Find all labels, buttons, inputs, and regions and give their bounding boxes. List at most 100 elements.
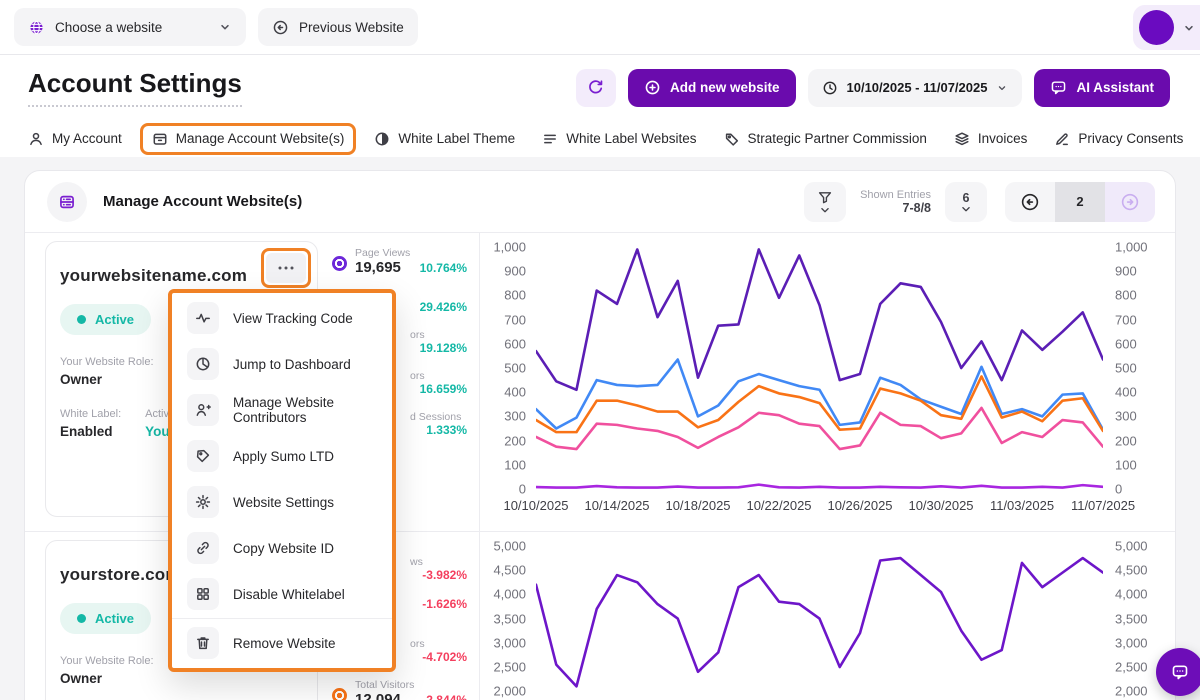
x-tick-label: 11/07/2025 bbox=[1071, 498, 1135, 513]
refresh-button[interactable] bbox=[576, 69, 616, 107]
menu-item-label: Website Settings bbox=[233, 495, 334, 510]
y-tick-label: 4,000 bbox=[1115, 587, 1148, 602]
menu-item-label: Remove Website bbox=[233, 636, 336, 651]
series-line-violet-low bbox=[536, 485, 1103, 488]
menu-item-label: Jump to Dashboard bbox=[233, 357, 351, 372]
y-tick-label: 2,000 bbox=[1115, 684, 1148, 699]
tab-strategic-partner-commission[interactable]: Strategic Partner Commission bbox=[724, 131, 927, 147]
page-size-select[interactable]: 6 bbox=[945, 182, 987, 222]
tab-white-label-theme[interactable]: White Label Theme bbox=[374, 131, 515, 147]
filter-button[interactable] bbox=[804, 182, 846, 222]
chat-fab-button[interactable] bbox=[1156, 648, 1200, 696]
menu-item-website-settings[interactable]: Website Settings bbox=[172, 479, 392, 525]
chevron-down-icon bbox=[961, 206, 971, 213]
menu-item-label: Copy Website ID bbox=[233, 541, 334, 556]
menu-item-remove-website[interactable]: Remove Website bbox=[172, 620, 392, 666]
menu-item-apply-sumo-ltd[interactable]: Apply Sumo LTD bbox=[172, 433, 392, 479]
y-tick-label: 1,000 bbox=[1115, 240, 1148, 255]
y-tick-label: 200 bbox=[504, 433, 526, 448]
y-tick-label: 4,500 bbox=[1115, 563, 1148, 578]
account-tabs: My Account Manage Account Website(s) White… bbox=[0, 120, 1200, 157]
status-dot-icon bbox=[77, 614, 86, 623]
stat-page-views: Page Views19,69510.764% bbox=[332, 243, 467, 284]
y-axis-right: 1,0009008007006005004003002001000 bbox=[1103, 247, 1159, 489]
menu-item-view-tracking-code[interactable]: View Tracking Code bbox=[172, 295, 392, 341]
menu-item-copy-website-id[interactable]: Copy Website ID bbox=[172, 525, 392, 571]
y-tick-label: 400 bbox=[504, 385, 526, 400]
status-badge: Active bbox=[60, 304, 151, 335]
tab-label: White Label Theme bbox=[398, 131, 515, 146]
role-value: Owner bbox=[60, 671, 303, 686]
archive-icon bbox=[152, 131, 168, 147]
stat-change: 1.333% bbox=[426, 423, 467, 437]
menu-item-label: View Tracking Code bbox=[233, 311, 353, 326]
arrow-left-circle-icon bbox=[1020, 192, 1040, 212]
col2-label: Activ bbox=[145, 408, 170, 420]
y-tick-label: 0 bbox=[519, 482, 526, 497]
stat-label: Total Visitors bbox=[355, 675, 467, 691]
website-traffic-chart: 1,0009008007006005004003002001000 1,00090… bbox=[480, 233, 1175, 531]
y-tick-label: 1,000 bbox=[493, 240, 526, 255]
y-tick-label: 400 bbox=[1115, 385, 1137, 400]
activity-icon bbox=[187, 302, 219, 334]
stat-label: Page Views bbox=[355, 243, 467, 259]
status-dot-icon bbox=[77, 315, 86, 324]
white-label-value: Enabled bbox=[60, 424, 121, 439]
menu-item-manage-website-contributors[interactable]: Manage Website Contributors bbox=[172, 387, 392, 433]
card-header-controls: Shown Entries 7-8/8 6 2 bbox=[804, 182, 1155, 222]
tab-invoices[interactable]: Invoices bbox=[954, 131, 1028, 147]
funnel-icon bbox=[817, 190, 833, 206]
chevron-down-icon bbox=[820, 207, 830, 214]
tab-privacy-consents[interactable]: Privacy Consents bbox=[1054, 131, 1183, 147]
x-tick-label: 10/18/2025 bbox=[665, 498, 730, 513]
tab-white-label-websites[interactable]: White Label Websites bbox=[542, 131, 696, 147]
menu-item-jump-to-dashboard[interactable]: Jump to Dashboard bbox=[172, 341, 392, 387]
page-header: Account Settings Add new website 10/10/2… bbox=[0, 55, 1200, 120]
stat-change: 10.764% bbox=[420, 261, 467, 275]
series-line-purple bbox=[536, 558, 1103, 686]
ellipsis-icon bbox=[277, 265, 295, 271]
date-range-picker[interactable]: 10/10/2025 - 11/07/2025 bbox=[808, 69, 1023, 107]
highlight-box bbox=[261, 248, 311, 288]
y-tick-label: 600 bbox=[504, 336, 526, 351]
lines-icon bbox=[542, 131, 558, 147]
user-menu[interactable] bbox=[1133, 5, 1200, 50]
col2-value[interactable]: You bbox=[145, 424, 170, 439]
tab-label: Strategic Partner Commission bbox=[748, 131, 927, 146]
y-tick-label: 600 bbox=[1115, 336, 1137, 351]
menu-divider bbox=[172, 618, 392, 619]
add-new-website-button[interactable]: Add new website bbox=[628, 69, 796, 107]
tab-label: Privacy Consents bbox=[1078, 131, 1183, 146]
pagination: 2 bbox=[1005, 182, 1155, 222]
tab-my-account[interactable]: My Account bbox=[28, 131, 122, 147]
chevron-down-icon bbox=[218, 20, 232, 34]
tab-label: White Label Websites bbox=[566, 131, 696, 146]
white-label-label: White Label: bbox=[60, 408, 121, 420]
menu-item-disable-whitelabel[interactable]: Disable Whitelabel bbox=[172, 571, 392, 617]
user-icon bbox=[28, 131, 44, 147]
x-tick-label: 10/14/2025 bbox=[584, 498, 649, 513]
header-actions: Add new website 10/10/2025 - 11/07/2025 … bbox=[576, 69, 1172, 107]
page-size-value: 6 bbox=[963, 191, 970, 205]
next-page-button[interactable] bbox=[1105, 182, 1155, 222]
chat-bubble-icon bbox=[1170, 662, 1190, 682]
chevron-down-icon bbox=[996, 82, 1008, 94]
chevron-down-icon bbox=[1182, 21, 1196, 35]
plot bbox=[536, 247, 1103, 489]
website-traffic-chart: 5,0004,5004,0003,5003,0002,5002,0001,500… bbox=[480, 532, 1175, 700]
ai-assistant-button[interactable]: AI Assistant bbox=[1034, 69, 1170, 107]
white-label-block: White Label: Enabled bbox=[60, 387, 121, 439]
tag-icon bbox=[724, 131, 740, 147]
layers-icon bbox=[954, 131, 970, 147]
website-actions-button[interactable] bbox=[266, 253, 306, 283]
website-actions-menu: View Tracking Code Jump to Dashboard Manag… bbox=[168, 289, 396, 672]
plus-circle-icon bbox=[644, 79, 661, 96]
choose-website-dropdown[interactable]: Choose a website bbox=[14, 8, 246, 46]
tab-manage-account-website-s[interactable]: Manage Account Website(s) bbox=[140, 123, 357, 155]
y-axis-left: 1,0009008007006005004003002001000 bbox=[484, 247, 536, 489]
previous-page-button[interactable] bbox=[1005, 182, 1055, 222]
previous-website-button[interactable]: Previous Website bbox=[258, 8, 418, 46]
trash-icon bbox=[187, 627, 219, 659]
ai-assistant-label: AI Assistant bbox=[1076, 80, 1154, 95]
menu-item-label: Disable Whitelabel bbox=[233, 587, 345, 602]
